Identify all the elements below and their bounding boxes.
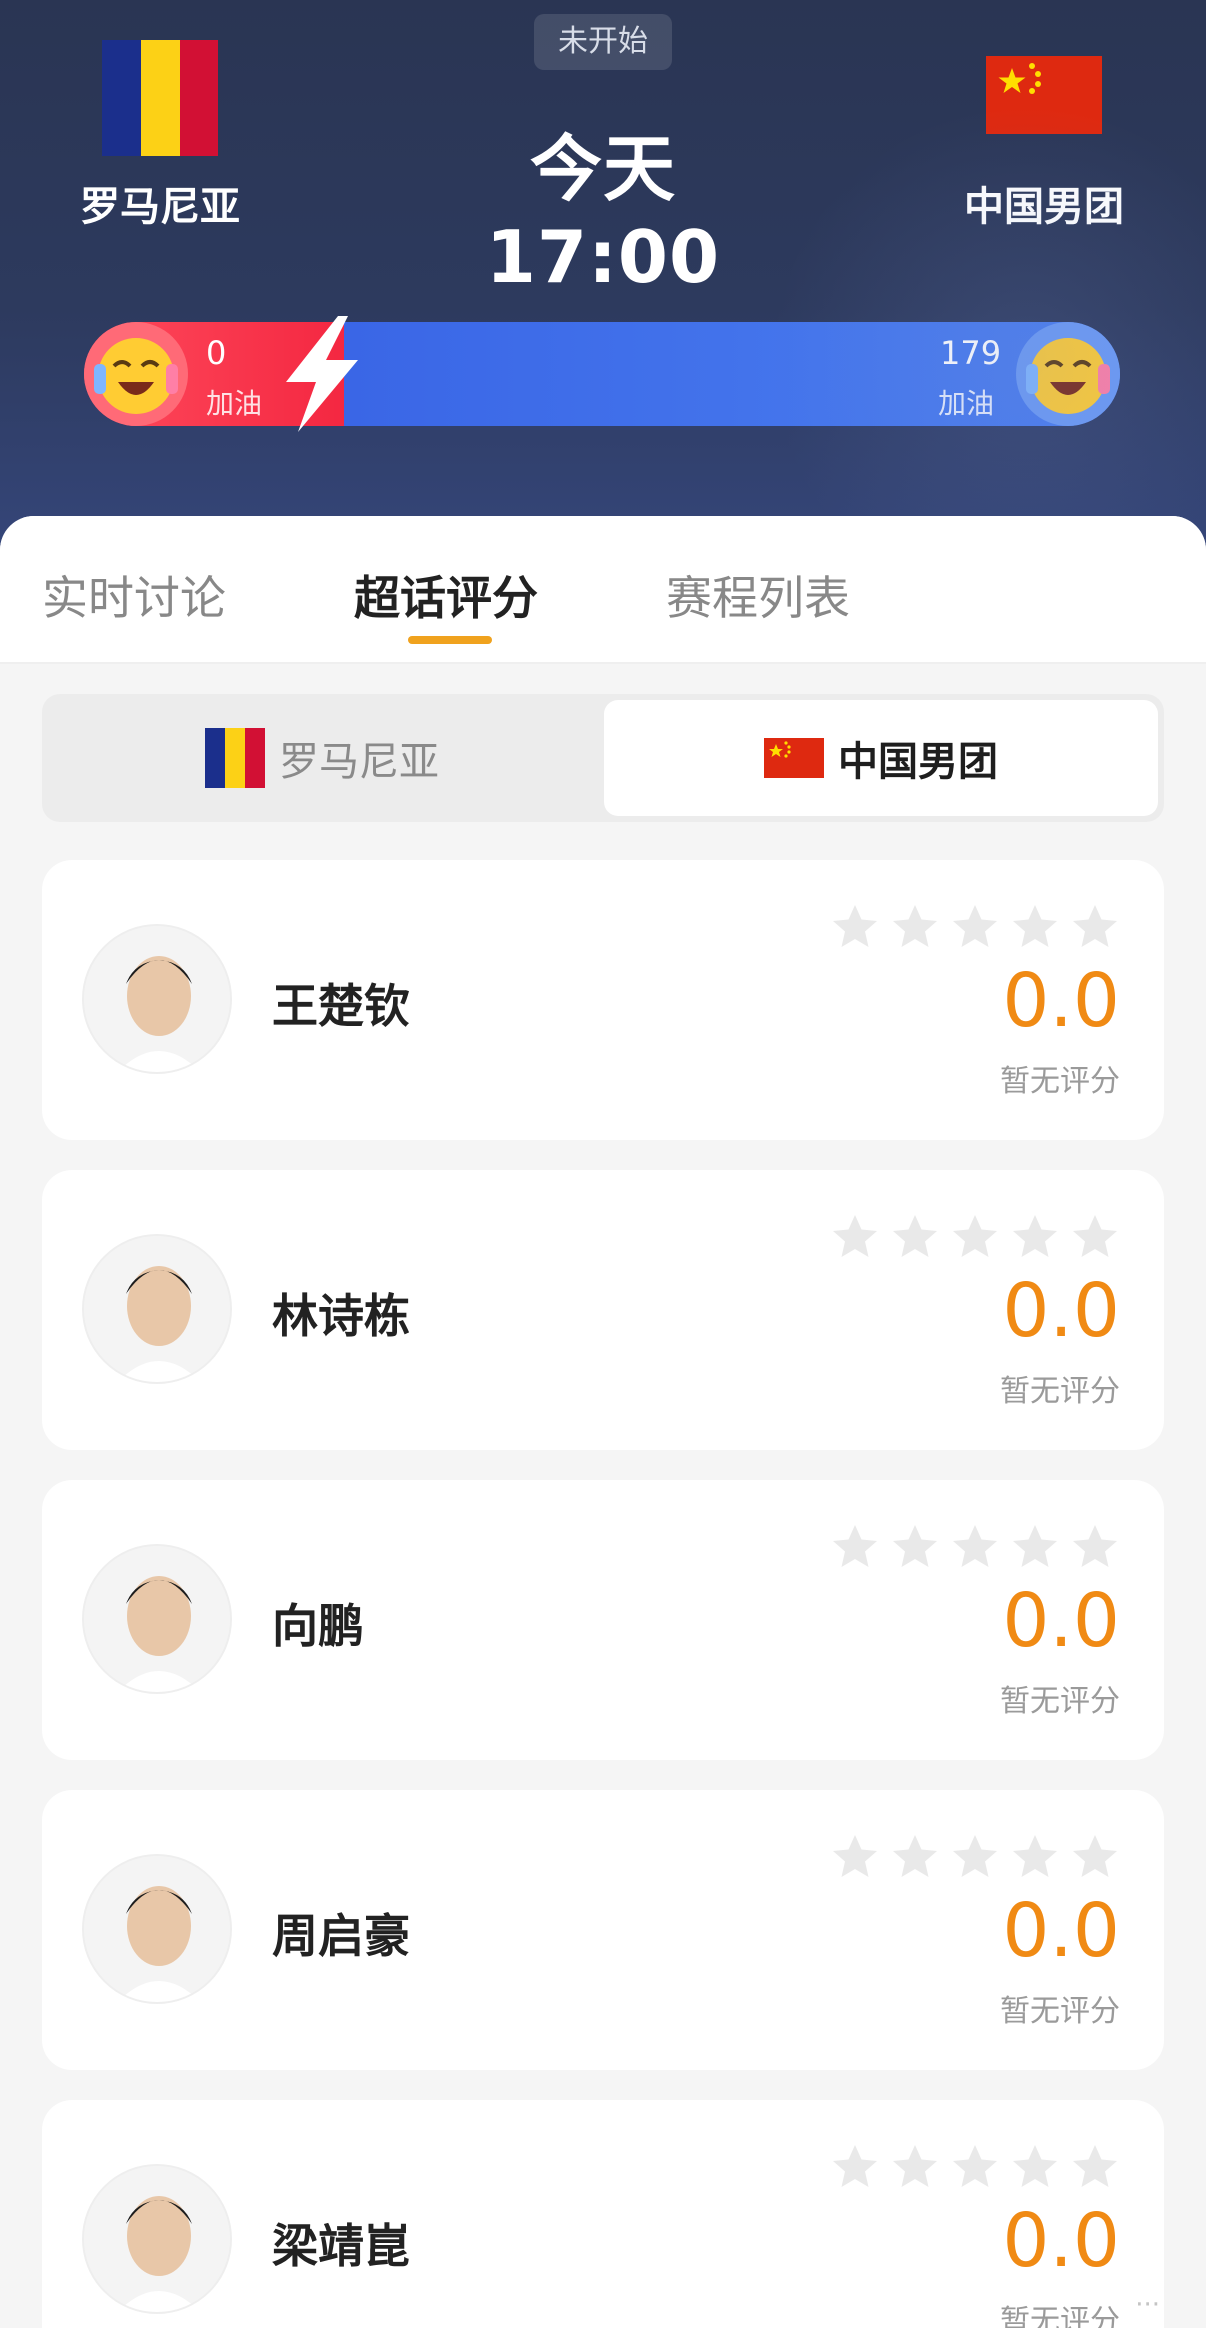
person-avatar-icon <box>84 926 230 1072</box>
star-icon[interactable] <box>950 1832 1000 1882</box>
player-avatar <box>82 2164 232 2314</box>
player-card[interactable]: 王楚钦 0.0 暂无评分 <box>42 860 1164 1140</box>
home-cheer-label: 加油 <box>206 387 263 420</box>
home-cheer-button[interactable] <box>84 322 188 426</box>
star-icon[interactable] <box>890 1832 940 1882</box>
star-rating[interactable] <box>830 1522 1120 1572</box>
star-icon[interactable] <box>1070 1522 1120 1572</box>
star-icon[interactable] <box>830 2142 880 2192</box>
player-card[interactable]: 周启豪 0.0 暂无评分 <box>42 1790 1164 2070</box>
china-flag-icon <box>986 56 1102 134</box>
player-card[interactable]: 林诗栋 0.0 暂无评分 <box>42 1170 1164 1450</box>
home-team-name: 罗马尼亚 <box>80 184 240 230</box>
score-note: 暂无评分 <box>1000 1994 1120 2029</box>
tab-schedule[interactable]: 赛程列表 <box>666 562 850 628</box>
cheer-bar-away-fill <box>344 322 1120 426</box>
player-name: 梁靖崑 <box>272 2219 410 2273</box>
star-icon[interactable] <box>1070 902 1120 952</box>
score-note: 暂无评分 <box>1000 1374 1120 1409</box>
toggle-away-team[interactable]: 中国男团 <box>604 700 1158 816</box>
star-icon[interactable] <box>1010 902 1060 952</box>
star-icon[interactable] <box>830 1832 880 1882</box>
score-note: 暂无评分 <box>1000 2304 1120 2328</box>
star-icon[interactable] <box>890 1522 940 1572</box>
lightning-bolt-icon <box>286 316 358 432</box>
score-note: 暂无评分 <box>1000 1684 1120 1719</box>
player-card[interactable]: 梁靖崑 0.0 暂无评分 <box>42 2100 1164 2328</box>
toggle-away-label: 中国男团 <box>838 739 998 785</box>
star-icon[interactable] <box>950 902 1000 952</box>
team-toggle: 罗马尼亚 中国男团 <box>42 694 1164 822</box>
player-avatar <box>82 924 232 1074</box>
star-icon[interactable] <box>830 1212 880 1262</box>
star-rating[interactable] <box>830 902 1120 952</box>
away-cheer-label: 加油 <box>938 387 995 420</box>
content-panel: 实时讨论 超话评分 赛程列表 罗马尼亚 中国男团 王楚钦 0.0 暂无评分 林诗… <box>0 516 1206 2328</box>
romania-flag-icon <box>102 40 218 156</box>
player-name: 林诗栋 <box>272 1289 410 1343</box>
away-team[interactable]: 中国男团 <box>924 40 1164 232</box>
star-icon[interactable] <box>1010 1832 1060 1882</box>
star-icon[interactable] <box>950 1212 1000 1262</box>
cheering-face-icon <box>1026 338 1110 414</box>
person-avatar-icon <box>84 1546 230 1692</box>
tab-rating[interactable]: 超话评分 <box>354 562 538 628</box>
home-team[interactable]: 罗马尼亚 <box>40 40 280 232</box>
star-icon[interactable] <box>950 1522 1000 1572</box>
star-icon[interactable] <box>1070 2142 1120 2192</box>
star-rating[interactable] <box>830 1212 1120 1262</box>
match-status-badge: 未开始 <box>534 14 672 70</box>
star-icon[interactable] <box>830 1522 880 1572</box>
star-icon[interactable] <box>1010 1522 1060 1572</box>
player-name: 王楚钦 <box>272 979 410 1033</box>
player-score: 0.0 <box>1002 1888 1120 1974</box>
watermark: ··· <box>1135 2290 1160 2320</box>
player-score: 0.0 <box>1002 1268 1120 1354</box>
star-icon[interactable] <box>1070 1832 1120 1882</box>
star-icon[interactable] <box>830 902 880 952</box>
star-icon[interactable] <box>1010 1212 1060 1262</box>
toggle-home-label: 罗马尼亚 <box>279 739 439 785</box>
person-avatar-icon <box>84 2166 230 2312</box>
star-rating[interactable] <box>830 2142 1120 2192</box>
star-icon[interactable] <box>1070 1212 1120 1262</box>
romania-flag-icon <box>205 728 265 788</box>
player-card[interactable]: 向鹏 0.0 暂无评分 <box>42 1480 1164 1760</box>
away-team-name: 中国男团 <box>964 184 1124 230</box>
person-avatar-icon <box>84 1856 230 2002</box>
cheering-face-icon <box>94 338 178 414</box>
score-note: 暂无评分 <box>1000 1064 1120 1099</box>
toggle-home-team[interactable]: 罗马尼亚 <box>48 700 596 816</box>
match-time: 今天 17:00 <box>485 127 721 299</box>
star-rating[interactable] <box>830 1832 1120 1882</box>
player-score: 0.0 <box>1002 2198 1120 2284</box>
away-cheer-count: 179 <box>940 334 1002 372</box>
star-icon[interactable] <box>950 2142 1000 2192</box>
star-icon[interactable] <box>1010 2142 1060 2192</box>
star-icon[interactable] <box>890 1212 940 1262</box>
star-icon[interactable] <box>890 902 940 952</box>
away-cheer-button[interactable] <box>1016 322 1120 426</box>
player-name: 周启豪 <box>272 1909 410 1963</box>
player-avatar <box>82 1854 232 2004</box>
player-avatar <box>82 1234 232 1384</box>
person-avatar-icon <box>84 1236 230 1382</box>
player-name: 向鹏 <box>272 1599 364 1653</box>
china-flag-icon <box>764 738 824 778</box>
home-cheer-count: 0 <box>206 334 227 372</box>
match-header: 未开始 罗马尼亚 今天 17:00 中国男团 0 加油 179 加油 <box>0 0 1206 560</box>
player-avatar <box>82 1544 232 1694</box>
player-score: 0.0 <box>1002 1578 1120 1664</box>
player-score: 0.0 <box>1002 958 1120 1044</box>
tab-live-discussion[interactable]: 实时讨论 <box>42 562 226 628</box>
active-tab-indicator <box>408 636 492 644</box>
star-icon[interactable] <box>890 2142 940 2192</box>
tab-bar: 实时讨论 超话评分 赛程列表 <box>0 516 1206 664</box>
